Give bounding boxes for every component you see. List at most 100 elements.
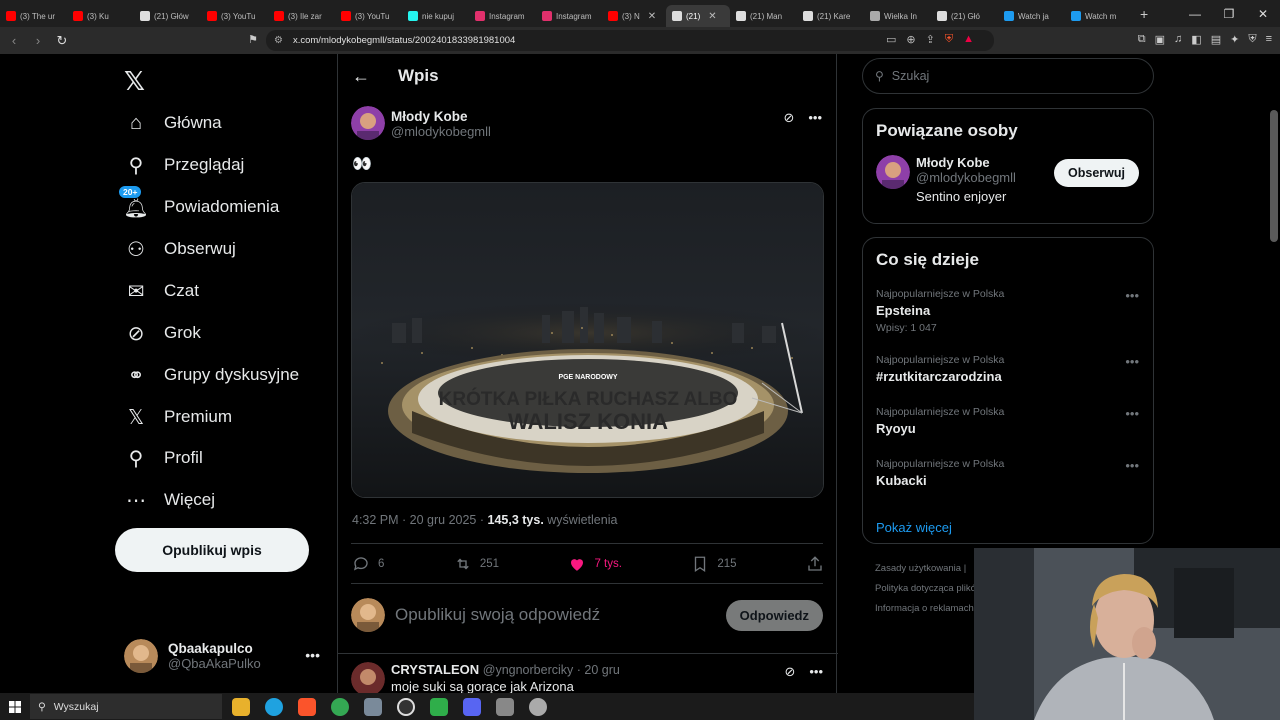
edge-icon[interactable] <box>265 697 283 716</box>
trend-item[interactable]: Najpopularniejsze w Polska #rzutkitarczar… <box>876 354 1153 406</box>
trend-item[interactable]: Najpopularniejsze w Polska Ryoyu ••• <box>876 406 1153 458</box>
commenter-avatar[interactable] <box>351 662 385 693</box>
related-person[interactable]: Młody Kobe @mlodykobegmll Sentino enjoye… <box>876 155 1153 215</box>
trend-more-icon[interactable]: ••• <box>1125 406 1139 421</box>
like-action[interactable]: 7 tys. <box>568 555 622 573</box>
follow-button[interactable]: Obserwuj <box>1054 159 1139 187</box>
app3-icon[interactable] <box>529 697 547 716</box>
browser-tab[interactable]: Watch ja <box>998 5 1065 27</box>
browser-tab[interactable]: Instagram <box>536 5 602 27</box>
browser-tab[interactable]: (3) Ile zar <box>268 5 335 27</box>
browser-tab[interactable]: Wielka In <box>864 5 931 27</box>
wallet-icon[interactable]: ▤ <box>1211 33 1221 46</box>
author-name[interactable]: Młody Kobe <box>391 109 491 124</box>
page-scrollbar[interactable] <box>1270 110 1278 242</box>
browser-tab[interactable]: Instagram <box>469 5 536 27</box>
browser-tab[interactable]: (21) Głó <box>931 5 998 27</box>
share-icon[interactable]: ⇪ <box>926 33 935 46</box>
search-field[interactable]: ⚲ Szukaj <box>862 58 1154 94</box>
reply-action[interactable]: 6 <box>352 555 384 573</box>
new-tab-button[interactable]: + <box>1132 6 1156 22</box>
trend-item[interactable]: Najpopularniejsze w Polska Kubacki ••• <box>876 458 1153 510</box>
sidebar-item-bell[interactable]: 🔔︎ 20+ Powiadomienia <box>118 185 279 222</box>
related-handle[interactable]: @mlodykobegmll <box>916 170 1016 185</box>
browser-tab[interactable]: (3) YouTu <box>335 5 402 27</box>
reply-item[interactable]: CRYSTALEON @yngnorberciky · 20 gru moje … <box>351 662 823 693</box>
trend-item[interactable]: Najpopularniejsze w Polska Epsteina Wpisy:… <box>876 288 1153 354</box>
related-avatar[interactable] <box>876 155 910 189</box>
browser-tab[interactable]: Watch m <box>1065 5 1132 27</box>
commenter-name[interactable]: CRYSTALEON <box>391 662 479 677</box>
back-nav-icon[interactable]: ‹ <box>4 33 24 48</box>
maximize-button[interactable]: ❐ <box>1212 7 1246 21</box>
x-logo-icon[interactable]: 𝕏 <box>124 66 145 97</box>
account-more-icon[interactable]: ••• <box>305 647 320 663</box>
sidebar-item-add-person[interactable]: ⚇ Obserwuj <box>124 234 236 264</box>
repost-action[interactable]: 251 <box>454 555 499 573</box>
file-explorer-icon[interactable] <box>232 697 250 716</box>
show-more-link[interactable]: Pokaż więcej <box>876 520 1153 535</box>
sidebar-item-grok[interactable]: ⊘ Grok <box>124 318 201 348</box>
sidebar-icon[interactable]: ◧ <box>1191 33 1201 46</box>
discord-icon[interactable] <box>463 697 481 716</box>
browser-tab[interactable]: (21) Man <box>730 5 797 27</box>
browser-tab[interactable]: (21) Głów <box>134 5 201 27</box>
start-button[interactable] <box>0 700 30 713</box>
post-button[interactable]: Opublikuj wpis <box>115 528 309 572</box>
sidebar-item-more[interactable]: ⋯ Więcej <box>124 485 215 515</box>
account-switcher[interactable]: Qbaakapulco @QbaAkaPulko ••• <box>124 639 324 673</box>
app2-icon[interactable] <box>496 697 514 716</box>
music-icon[interactable]: ♫ <box>1174 33 1182 46</box>
browser-tab[interactable]: (21) ✕ <box>666 5 730 27</box>
author-handle[interactable]: @mlodykobegmll <box>391 124 491 139</box>
close-tab-icon[interactable]: ✕ <box>648 11 656 22</box>
footer-link[interactable]: Polityka dotycząca plików <box>875 583 983 594</box>
trend-more-icon[interactable]: ••• <box>1125 288 1139 303</box>
taskbar-search[interactable]: ⚲ Wyszukaj <box>30 694 222 719</box>
reply-submit-button[interactable]: Odpowiedz <box>725 599 823 631</box>
address-bar[interactable]: ⚙ x.com/mlodykobegmll/status/20024018339… <box>266 30 994 51</box>
brave-rewards-icon[interactable]: ▲ <box>963 33 974 46</box>
chrome-icon[interactable] <box>331 697 349 716</box>
forward-nav-icon[interactable]: › <box>28 33 48 48</box>
brave-shield-icon[interactable]: ⛨ <box>945 33 953 46</box>
related-name[interactable]: Młody Kobe <box>916 155 1016 170</box>
bookmark-page-icon[interactable]: ⚑ <box>248 33 258 46</box>
sidebar-item-x-premium[interactable]: 𝕏 Premium <box>124 402 232 432</box>
close-tab-icon[interactable]: ✕ <box>708 11 716 22</box>
close-window-button[interactable]: ✕ <box>1246 7 1280 21</box>
app-icon[interactable] <box>364 697 382 716</box>
browser-tab[interactable]: (3) Ku <box>67 5 134 27</box>
post-author[interactable]: Młody Kobe @mlodykobegmll <box>351 106 491 140</box>
comment-more-icon[interactable]: ••• <box>809 664 823 680</box>
vpn-icon[interactable]: ⛨ <box>1248 33 1256 46</box>
browser-tab[interactable]: (3) YouTu <box>201 5 268 27</box>
reload-icon[interactable]: ↻ <box>52 33 72 49</box>
site-info-icon[interactable]: ⚙ <box>274 35 283 46</box>
browser-tab[interactable]: nie kupuj <box>402 5 469 27</box>
obs-icon[interactable] <box>397 697 415 716</box>
footer-link[interactable]: Informacja o reklamach <box>875 603 974 614</box>
cast-icon[interactable]: ▭ <box>886 33 896 46</box>
extensions-icon[interactable]: ⧉ <box>1138 33 1146 46</box>
screenshot-icon[interactable]: ▣ <box>1155 33 1165 46</box>
zoom-icon[interactable]: ⊕ <box>906 33 915 46</box>
media-app-icon[interactable] <box>430 697 448 716</box>
bookmark-action[interactable]: 215 <box>691 555 737 573</box>
share-action[interactable] <box>806 555 824 573</box>
grok-explain-icon[interactable]: ⊘ <box>783 110 794 126</box>
post-time[interactable]: 4:32 PM · 20 gru 2025 · <box>352 513 488 527</box>
author-avatar[interactable] <box>351 106 385 140</box>
sidebar-item-search[interactable]: ⚲ Przeglądaj <box>124 150 245 180</box>
sidebar-item-communities[interactable]: ⚭ Grupy dyskusyjne <box>124 360 300 390</box>
browser-tab[interactable]: (3) The ur <box>0 5 67 27</box>
reply-input[interactable]: Opublikuj swoją odpowiedź <box>395 605 726 625</box>
grok-explain-icon[interactable]: ⊘ <box>784 664 795 680</box>
sidebar-item-mail[interactable]: ✉ Czat <box>124 276 199 306</box>
trend-more-icon[interactable]: ••• <box>1125 354 1139 369</box>
footer-link[interactable]: Zasady użytkowania | <box>875 563 966 574</box>
sidebar-item-home[interactable]: ⌂ Główna <box>124 108 222 138</box>
leo-ai-icon[interactable]: ✦ <box>1230 33 1239 46</box>
minimize-button[interactable]: — <box>1178 7 1212 21</box>
brave-icon[interactable] <box>298 697 316 716</box>
